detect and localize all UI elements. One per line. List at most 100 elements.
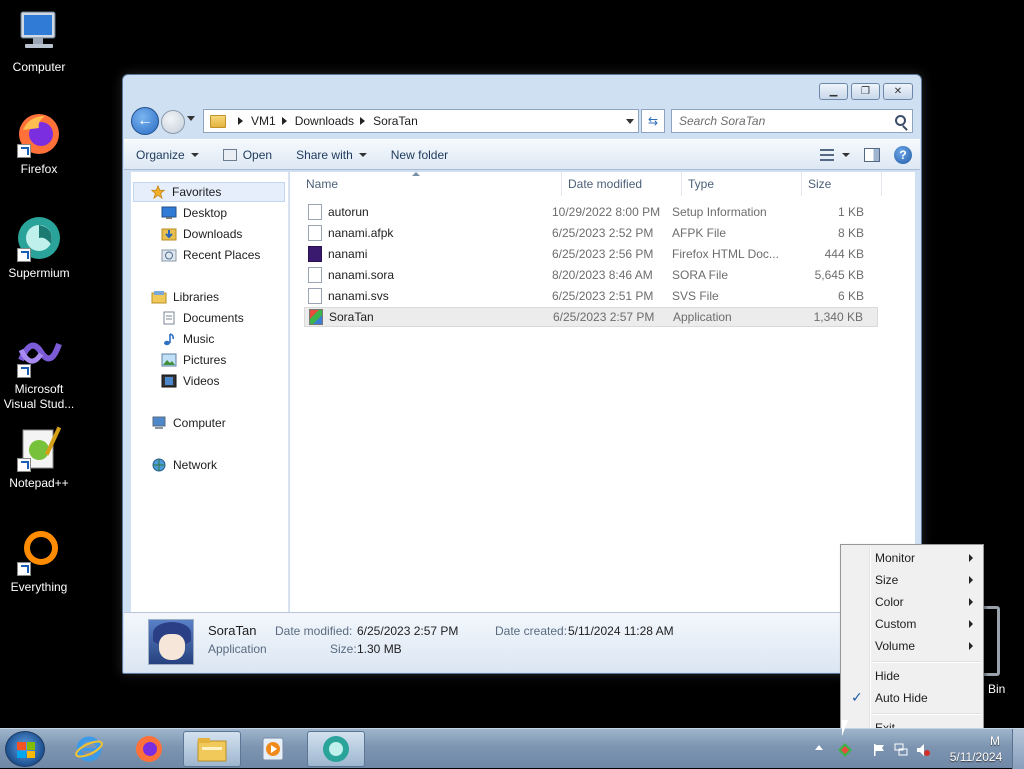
menu-item-auto-hide[interactable]: ✓ Auto Hide bbox=[843, 687, 981, 709]
details-size: 1.30 MB bbox=[357, 642, 402, 656]
menu-item-hide[interactable]: Hide bbox=[843, 665, 981, 687]
breadcrumb-downloads[interactable]: Downloads bbox=[295, 114, 354, 128]
nav-item-libraries[interactable]: Libraries bbox=[151, 287, 219, 307]
submenu-arrow-icon bbox=[969, 642, 973, 650]
network-tray-icon[interactable] bbox=[894, 743, 908, 757]
nav-item-computer[interactable]: Computer bbox=[151, 413, 226, 433]
breadcrumb-separator-icon[interactable] bbox=[238, 117, 243, 125]
recent-places-icon bbox=[161, 249, 177, 262]
change-view-button[interactable] bbox=[820, 149, 850, 161]
recycle-bin-label: Bin bbox=[988, 682, 1006, 696]
minimize-button[interactable]: ▁ bbox=[819, 83, 848, 100]
clock-time: M bbox=[990, 734, 1000, 748]
desktop-icon-label: Supermium bbox=[8, 266, 70, 280]
menu-item-size[interactable]: Size bbox=[843, 569, 981, 591]
taskbar-clock[interactable]: M 5/11/2024 bbox=[946, 733, 1006, 765]
column-header-name[interactable]: Name bbox=[300, 172, 562, 196]
column-header-size[interactable]: Size bbox=[802, 172, 882, 196]
column-header-date-modified[interactable]: Date modified bbox=[562, 172, 682, 196]
nav-item-documents[interactable]: Documents bbox=[161, 308, 244, 328]
tray-context-menu: Monitor Size Color Custom Volume Hide ✓ A… bbox=[840, 544, 984, 741]
menu-label: Hide bbox=[875, 669, 900, 683]
videos-icon bbox=[161, 374, 177, 388]
taskbar-internet-explorer[interactable] bbox=[60, 731, 118, 767]
open-button[interactable]: Open bbox=[211, 140, 284, 169]
file-name: SoraTan bbox=[329, 310, 374, 324]
desktop-icon-label: Microsoft Visual Stud... bbox=[3, 382, 75, 411]
firefox-icon bbox=[136, 736, 162, 762]
show-hidden-icons-button[interactable] bbox=[815, 745, 823, 750]
command-bar: Organize Open Share with New folder ? bbox=[124, 139, 920, 170]
application-icon bbox=[309, 309, 323, 325]
menu-item-monitor[interactable]: Monitor bbox=[843, 547, 981, 569]
menu-item-custom[interactable]: Custom bbox=[843, 613, 981, 635]
file-date: 6/25/2023 2:51 PM bbox=[552, 289, 654, 303]
nav-item-favorites[interactable]: Favorites bbox=[133, 182, 285, 202]
nav-item-music[interactable]: Music bbox=[161, 329, 214, 349]
file-size: 6 KB bbox=[837, 289, 864, 303]
desktop-icon-supermium[interactable]: Supermium bbox=[0, 214, 78, 281]
nav-label: Desktop bbox=[183, 206, 228, 220]
breadcrumb-separator-icon[interactable] bbox=[360, 117, 366, 125]
help-button[interactable]: ? bbox=[894, 146, 912, 164]
menu-separator bbox=[871, 661, 981, 663]
file-row[interactable]: nanami.svs 6/25/2023 2:51 PM SVS File 6 … bbox=[304, 286, 878, 306]
column-label: Type bbox=[688, 177, 715, 191]
setup-file-icon bbox=[308, 204, 322, 220]
nav-item-desktop[interactable]: Desktop bbox=[161, 203, 227, 223]
volume-muted-icon[interactable] bbox=[916, 743, 930, 757]
desktop-icon-notepadpp[interactable]: Notepad++ bbox=[0, 424, 78, 491]
desktop-icon-computer[interactable]: Computer bbox=[0, 8, 78, 75]
file-size: 5,645 KB bbox=[814, 268, 864, 282]
back-button[interactable]: ← bbox=[131, 107, 159, 135]
recent-pages-dropdown[interactable] bbox=[187, 116, 195, 121]
taskbar-explorer[interactable] bbox=[183, 731, 241, 767]
breadcrumb-soratan[interactable]: SoraTan bbox=[373, 114, 418, 128]
organize-label: Organize bbox=[136, 147, 185, 162]
file-row[interactable]: autorun 10/29/2022 8:00 PM Setup Informa… bbox=[304, 202, 878, 222]
search-input[interactable]: Search SoraTan bbox=[671, 109, 913, 133]
nav-item-pictures[interactable]: Pictures bbox=[161, 350, 226, 370]
desktop-icon-visual-studio[interactable]: Microsoft Visual Stud... bbox=[0, 330, 78, 412]
file-row[interactable]: nanami 6/25/2023 2:56 PM Firefox HTML Do… bbox=[304, 244, 878, 264]
menu-item-volume[interactable]: Volume bbox=[843, 635, 981, 657]
details-date-created-label: Date created: bbox=[495, 624, 568, 638]
file-row[interactable]: nanami.sora 8/20/2023 8:46 AM SORA File … bbox=[304, 265, 878, 285]
refresh-button[interactable]: ⇆ bbox=[641, 109, 665, 133]
soratan-tray-icon[interactable] bbox=[838, 743, 852, 757]
desktop-icon-label: Everything bbox=[10, 580, 68, 594]
file-type: SVS File bbox=[672, 289, 719, 303]
details-pane: SoraTan Application Date modified: 6/25/… bbox=[124, 612, 920, 672]
column-header-type[interactable]: Type bbox=[682, 172, 802, 196]
arrow-left-icon: ← bbox=[137, 112, 153, 129]
organize-button[interactable]: Organize bbox=[124, 140, 211, 169]
nav-item-downloads[interactable]: Downloads bbox=[161, 224, 242, 244]
file-row[interactable]: nanami.afpk 6/25/2023 2:52 PM AFPK File … bbox=[304, 223, 878, 243]
new-folder-button[interactable]: New folder bbox=[379, 140, 460, 169]
firefox-icon bbox=[15, 110, 63, 158]
nav-item-network[interactable]: Network bbox=[151, 455, 217, 475]
taskbar-firefox[interactable] bbox=[120, 731, 178, 767]
folder-icon bbox=[197, 738, 227, 762]
nav-item-videos[interactable]: Videos bbox=[161, 371, 219, 391]
close-button[interactable]: ✕ bbox=[883, 83, 913, 100]
search-icon[interactable] bbox=[895, 115, 906, 126]
nav-item-recent-places[interactable]: Recent Places bbox=[161, 245, 260, 265]
maximize-button[interactable]: ❐ bbox=[851, 83, 880, 100]
forward-button[interactable] bbox=[161, 110, 185, 134]
desktop-icon-firefox[interactable]: Firefox bbox=[0, 110, 78, 177]
address-bar[interactable]: VM1 Downloads SoraTan bbox=[203, 109, 639, 133]
desktop-icon-everything[interactable]: Everything bbox=[0, 528, 78, 595]
taskbar-media-player[interactable] bbox=[244, 731, 302, 767]
share-with-button[interactable]: Share with bbox=[284, 140, 379, 169]
address-dropdown-icon[interactable] bbox=[626, 119, 634, 124]
start-button[interactable] bbox=[5, 731, 45, 767]
action-center-flag-icon[interactable] bbox=[872, 743, 886, 757]
preview-pane-button[interactable] bbox=[864, 148, 880, 162]
file-row-selected[interactable]: SoraTan 6/25/2023 2:57 PM Application 1,… bbox=[304, 307, 878, 327]
breadcrumb-separator-icon[interactable] bbox=[281, 117, 287, 125]
breadcrumb-vm1[interactable]: VM1 bbox=[251, 114, 276, 128]
show-desktop-button[interactable] bbox=[1012, 729, 1024, 769]
menu-item-color[interactable]: Color bbox=[843, 591, 981, 613]
taskbar-supermium[interactable] bbox=[307, 731, 365, 767]
